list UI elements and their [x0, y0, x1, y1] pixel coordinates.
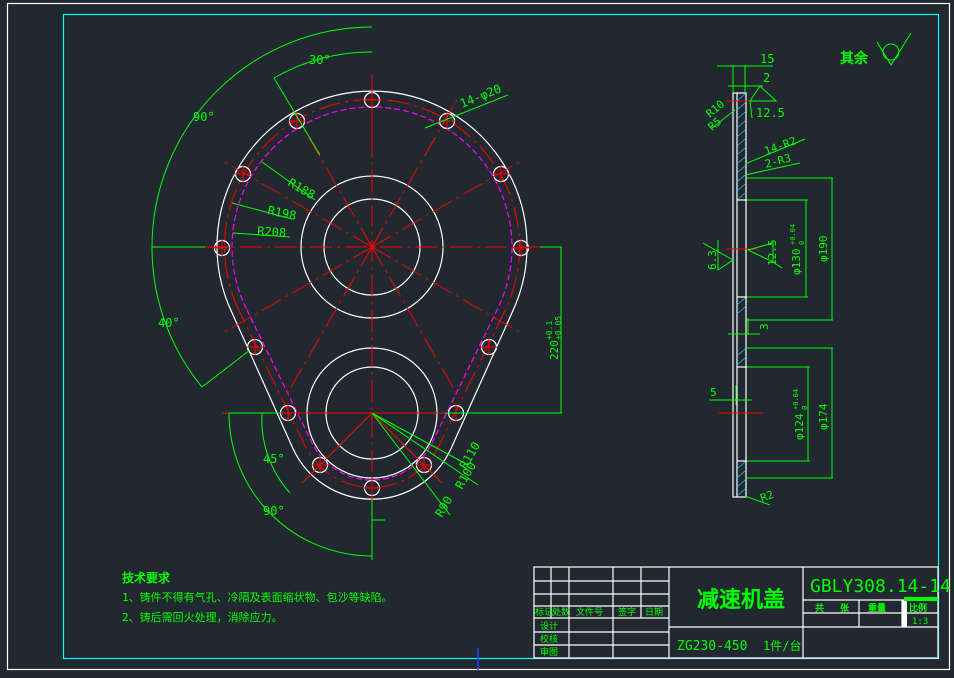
- tech-requirement-1: 1、铸件不得有气孔、冷隔及表面缩状物、包沙等缺陷。: [122, 590, 393, 604]
- side-dimension-lines: [702, 32, 912, 506]
- role-review: 审图: [540, 646, 558, 658]
- center-distance-value: 220: [548, 340, 561, 360]
- r5-dim: R5: [706, 115, 725, 133]
- bore-lower-tol-upper: +0.04: [792, 389, 800, 410]
- r2-bottom-dim: R2: [759, 488, 776, 505]
- hatch-line: [736, 488, 746, 497]
- tech-requirements-title: 技术要求: [122, 570, 171, 585]
- label-total: 共: [815, 602, 824, 614]
- hatch-line: [736, 461, 746, 470]
- role-check: 校核: [540, 633, 558, 645]
- dimension-lines: [151, 26, 562, 560]
- quantity: 1件/台: [763, 638, 801, 653]
- header-mark: 标记: [535, 606, 553, 618]
- hatch-line: [736, 348, 746, 357]
- tech-requirement-2: 2、铸后需回火处理，消除应力。: [122, 610, 283, 624]
- angle-90-lower-label: 90°: [263, 504, 285, 518]
- r198-label: R198: [266, 203, 297, 223]
- side-view: 其余 15 2 12.5 R10 R5 14-R2 2-R3 6.3 12.5 …: [702, 32, 912, 506]
- center-distance-tol-upper: +0.1: [545, 321, 554, 340]
- header-file-no: 文件号: [576, 606, 603, 618]
- dia-upper-dim: φ190: [817, 236, 830, 263]
- hatch-line: [736, 120, 746, 129]
- center-distance-tol-lower: +0.05: [554, 316, 563, 340]
- part-name: 减速机盖: [697, 587, 785, 613]
- hatch-line: [736, 306, 746, 315]
- bore-upper-tol-lower: 0: [798, 241, 806, 245]
- r90-label: R90: [432, 494, 455, 520]
- hatch-line: [736, 129, 746, 138]
- hatch-line: [736, 183, 746, 192]
- cad-drawing: 30° 90° 40° 45° 90° R188 R198 R208 R110 …: [6, 2, 951, 671]
- hatch-line: [736, 111, 746, 120]
- angle-45-label: 45°: [263, 452, 285, 466]
- tech-requirements: 技术要求 1、铸件不得有气孔、冷隔及表面缩状物、包沙等缺陷。 2、铸后需回火处理…: [122, 570, 393, 624]
- step-dim: 2: [763, 71, 770, 85]
- hatch-line: [736, 297, 746, 306]
- hatch-line: [736, 174, 746, 183]
- section-hatching: [736, 93, 746, 497]
- hatch-line: [736, 102, 746, 111]
- header-count: 处数: [552, 606, 570, 618]
- header-date: 日期: [645, 607, 663, 618]
- surface-note-label: 其余: [840, 50, 869, 67]
- bore-lower-value: φ124: [793, 413, 806, 440]
- hatch-line: [736, 192, 746, 201]
- side-section-outline: [732, 92, 747, 498]
- hatch-line: [736, 138, 746, 147]
- material: ZG230-450: [677, 639, 747, 654]
- hatch-line: [736, 479, 746, 488]
- dia-lower-dim: φ174: [817, 403, 830, 430]
- r188-label: R188: [286, 175, 318, 202]
- label-sheet: 张: [840, 602, 850, 614]
- center-distance-dimension: 220 +0.1 +0.05: [545, 316, 563, 360]
- radial-centerline: [371, 412, 443, 484]
- angle-40-label: 40°: [158, 316, 180, 330]
- roughness-left: 6.3: [706, 250, 719, 270]
- hatch-line: [736, 147, 746, 156]
- scale-value: 1:3: [912, 617, 928, 627]
- step-3-dim: 3: [758, 323, 771, 330]
- hatch-line: [736, 156, 746, 165]
- hatch-line: [736, 93, 746, 102]
- roughness-top: 12.5: [756, 106, 785, 120]
- angle-90-upper-label: 90°: [193, 110, 215, 124]
- hatch-line: [736, 470, 746, 479]
- roughness-mid: 12.5: [766, 240, 779, 267]
- drawing-number: GBLY308.14-14: [810, 576, 951, 597]
- bore-upper-dim: φ130 +0.04 0: [789, 224, 806, 275]
- title-block: 标记 处数 文件号 签字 日期 设计 校核 审图 减速机盖 ZG230-450 …: [533, 566, 951, 659]
- role-design: 设计: [540, 620, 558, 632]
- r208-label: R208: [257, 224, 287, 240]
- bore-upper-tol-upper: +0.04: [789, 224, 797, 245]
- step-5-dim: 5: [710, 386, 717, 399]
- bore-upper-value: φ130: [790, 249, 803, 276]
- hatch-line: [736, 357, 746, 366]
- label-weight: 重量: [868, 602, 886, 614]
- angle-30-label: 30°: [309, 53, 331, 67]
- bore-lower-dim: φ124 +0.04 0: [792, 389, 809, 440]
- hatch-line: [736, 165, 746, 174]
- radial-centerline: [301, 412, 373, 484]
- thickness-dim: 15: [760, 52, 774, 66]
- label-scale: 比例: [909, 602, 927, 614]
- header-signature: 签字: [618, 606, 636, 618]
- bore-lower-tol-lower: 0: [801, 406, 809, 410]
- front-view: 30° 90° 40° 45° 90° R188 R198 R208 R110 …: [151, 26, 563, 560]
